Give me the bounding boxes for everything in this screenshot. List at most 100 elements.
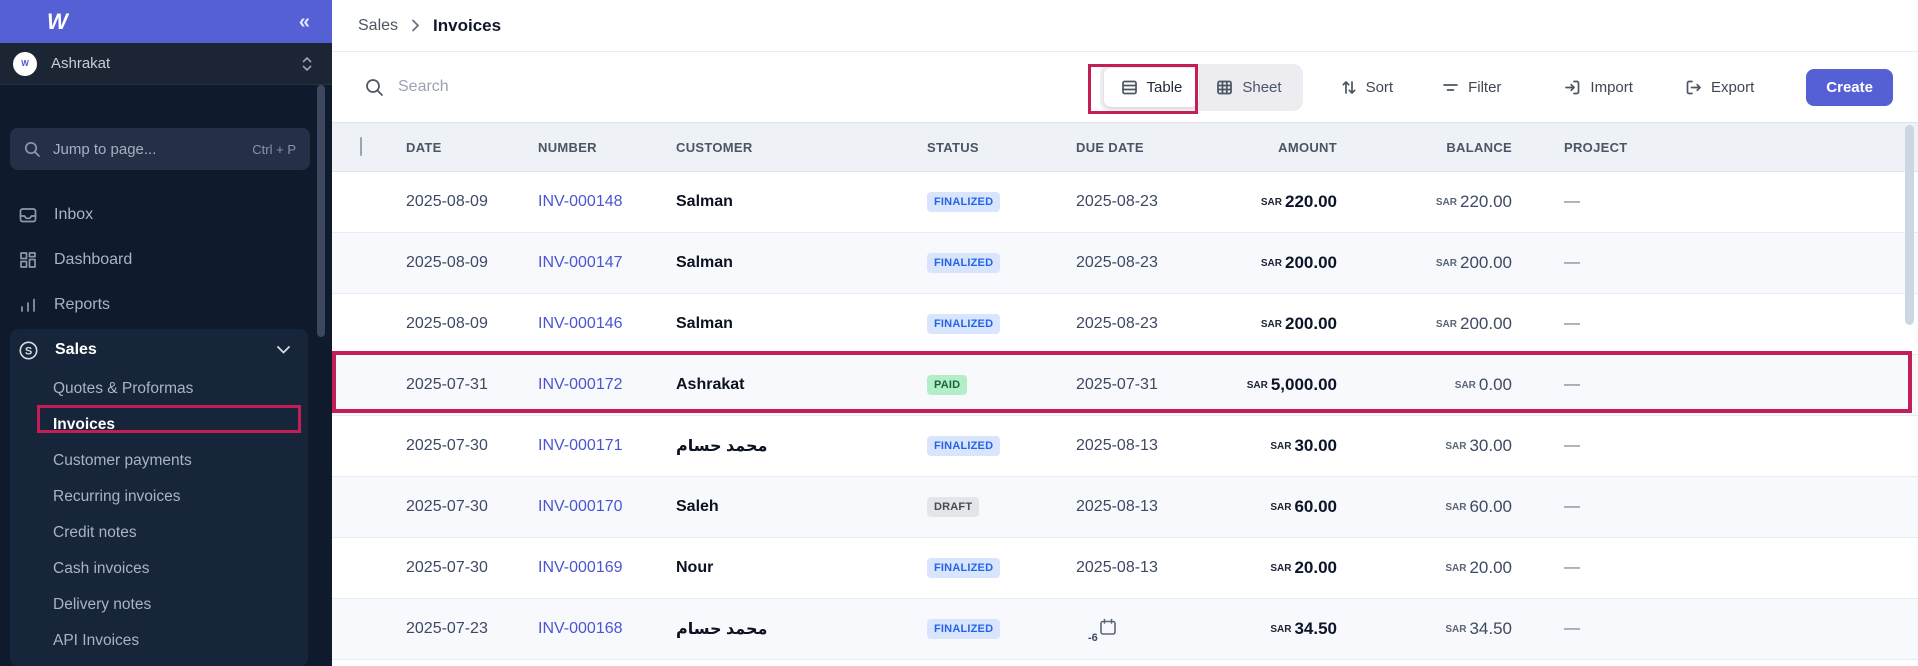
invoice-status: PAID	[927, 375, 1076, 395]
view-table-label: Table	[1147, 79, 1183, 96]
invoice-date: 2025-07-31	[406, 376, 538, 394]
breadcrumb-chevron-icon	[411, 19, 420, 32]
invoice-row[interactable]: 2025-08-09 INV-000148 Salman FINALIZED 2…	[332, 172, 1918, 233]
sidebar-item-dashboard[interactable]: Dashboard	[0, 237, 332, 282]
import-label: Import	[1590, 79, 1633, 96]
overdue-calendar-icon: -6	[1098, 617, 1118, 637]
currency-label: SAR	[1436, 258, 1457, 269]
workspace-switcher[interactable]: W Ashrakat	[0, 43, 332, 85]
invoice-row[interactable]: 2025-08-09 INV-000146 Salman FINALIZED 2…	[332, 294, 1918, 355]
search-placeholder: Search	[398, 78, 449, 96]
export-icon	[1685, 79, 1702, 96]
import-button[interactable]: Import	[1564, 79, 1633, 96]
status-badge: FINALIZED	[927, 253, 1000, 273]
main-scrollbar-thumb[interactable]	[1905, 125, 1914, 325]
filter-button[interactable]: Filter	[1442, 79, 1501, 96]
sidebar-item-sales[interactable]: S Sales	[10, 329, 308, 371]
invoice-customer: Nour	[676, 559, 927, 577]
sidebar-item-api-invoices[interactable]: API Invoices	[10, 623, 308, 659]
table-view-icon	[1121, 79, 1138, 96]
invoice-project: —	[1512, 559, 1904, 577]
sidebar-item-invoices[interactable]: Invoices	[10, 407, 308, 443]
sidebar-item-cash-invoices[interactable]: Cash invoices	[10, 551, 308, 587]
invoice-project: —	[1512, 437, 1904, 455]
column-header-due-date: DUE DATE	[1076, 140, 1206, 155]
column-header-date: DATE	[406, 140, 538, 155]
invoice-date: 2025-08-09	[406, 193, 538, 211]
jump-to-page-button[interactable]: Jump to page... Ctrl + P	[10, 128, 310, 170]
invoice-row[interactable]: 2025-07-30 INV-000170 Saleh DRAFT 2025-0…	[332, 477, 1918, 538]
chevron-down-icon	[277, 341, 290, 359]
invoice-row[interactable]: 2025-07-30 INV-000171 محمد حسام FINALIZE…	[332, 416, 1918, 477]
invoice-balance: SAR200.00	[1337, 314, 1512, 334]
invoice-number-link[interactable]: INV-000148	[538, 193, 676, 211]
currency-label: SAR	[1247, 380, 1268, 391]
overdue-days: -6	[1088, 632, 1098, 644]
search-input[interactable]: Search	[365, 78, 1100, 97]
invoice-row[interactable]: 2025-07-23 INV-000168 محمد حسام FINALIZE…	[332, 599, 1918, 660]
sheet-view-icon	[1216, 79, 1233, 96]
invoice-number-link[interactable]: INV-000171	[538, 437, 676, 455]
sort-button[interactable]: Sort	[1341, 79, 1394, 96]
invoice-date: 2025-07-30	[406, 498, 538, 516]
sidebar-item-customer-payments[interactable]: Customer payments	[10, 443, 308, 479]
invoice-number-link[interactable]: INV-000146	[538, 315, 676, 333]
invoice-number-link[interactable]: INV-000169	[538, 559, 676, 577]
invoice-number-link[interactable]: INV-000168	[538, 620, 676, 638]
breadcrumb-sales-link[interactable]: Sales	[358, 17, 398, 35]
invoice-project: —	[1512, 315, 1904, 333]
invoice-date: 2025-07-30	[406, 437, 538, 455]
export-button[interactable]: Export	[1685, 79, 1754, 96]
select-all-checkbox[interactable]	[360, 137, 362, 156]
toolbar: Search Table Sheet Sort	[332, 52, 1918, 122]
sidebar-item-reports[interactable]: Reports	[0, 282, 332, 327]
collapse-sidebar-icon[interactable]: «	[299, 12, 310, 32]
invoice-balance: SAR200.00	[1337, 253, 1512, 273]
sidebar-item-label: Inbox	[54, 206, 93, 224]
invoice-due-date: -6	[1076, 617, 1206, 642]
invoice-customer: Salman	[676, 254, 927, 272]
create-button[interactable]: Create	[1806, 69, 1893, 106]
invoice-customer: محمد حسام	[676, 436, 927, 456]
invoice-balance: SAR0.00	[1337, 375, 1512, 395]
invoice-amount: SAR220.00	[1206, 192, 1337, 212]
invoice-status: FINALIZED	[927, 314, 1076, 334]
currency-label: SAR	[1445, 563, 1466, 574]
invoice-due-date: 2025-08-13	[1076, 498, 1206, 516]
invoice-amount: SAR5,000.00	[1206, 375, 1337, 395]
invoice-date: 2025-07-30	[406, 559, 538, 577]
invoice-status: FINALIZED	[927, 619, 1076, 639]
app-window: W « W Ashrakat Jump to page... Ctrl + P …	[0, 0, 1918, 666]
svg-text:S: S	[25, 345, 32, 357]
sidebar-item-label: Dashboard	[54, 251, 132, 269]
invoice-customer: Saleh	[676, 498, 927, 516]
currency-label: SAR	[1455, 380, 1476, 391]
invoice-number-link[interactable]: INV-000147	[538, 254, 676, 272]
filter-icon	[1442, 80, 1459, 95]
sidebar-item-delivery-notes[interactable]: Delivery notes	[10, 587, 308, 623]
view-table-button[interactable]: Table	[1104, 68, 1200, 107]
sidebar-item-credit-notes[interactable]: Credit notes	[10, 515, 308, 551]
invoice-status: FINALIZED	[927, 192, 1076, 212]
column-header-customer: CUSTOMER	[676, 140, 927, 155]
invoice-number-link[interactable]: INV-000170	[538, 498, 676, 516]
sidebar-item-recurring-invoices[interactable]: Recurring invoices	[10, 479, 308, 515]
dashboard-icon	[18, 250, 38, 270]
invoice-row[interactable]: 2025-08-09 INV-000147 Salman FINALIZED 2…	[332, 233, 1918, 294]
view-sheet-button[interactable]: Sheet	[1199, 68, 1298, 107]
invoice-amount: SAR34.50	[1206, 619, 1337, 639]
invoice-amount: SAR200.00	[1206, 314, 1337, 334]
sidebar-scrollbar-thumb[interactable]	[317, 85, 325, 337]
invoice-project: —	[1512, 254, 1904, 272]
currency-label: SAR	[1436, 319, 1457, 330]
invoice-number-link[interactable]: INV-000172	[538, 376, 676, 394]
sort-label: Sort	[1366, 79, 1394, 96]
view-sheet-label: Sheet	[1242, 79, 1281, 96]
currency-label: SAR	[1270, 441, 1291, 452]
invoice-row[interactable]: 2025-07-30 INV-000169 Nour FINALIZED 202…	[332, 538, 1918, 599]
sidebar-item-inbox[interactable]: Inbox	[0, 192, 332, 237]
invoice-row[interactable]: 2025-07-31 INV-000172 Ashrakat PAID 2025…	[332, 355, 1918, 416]
invoice-amount: SAR30.00	[1206, 436, 1337, 456]
sidebar-item-quotes-proformas[interactable]: Quotes & Proformas	[10, 371, 308, 407]
invoice-customer: Ashrakat	[676, 376, 927, 394]
